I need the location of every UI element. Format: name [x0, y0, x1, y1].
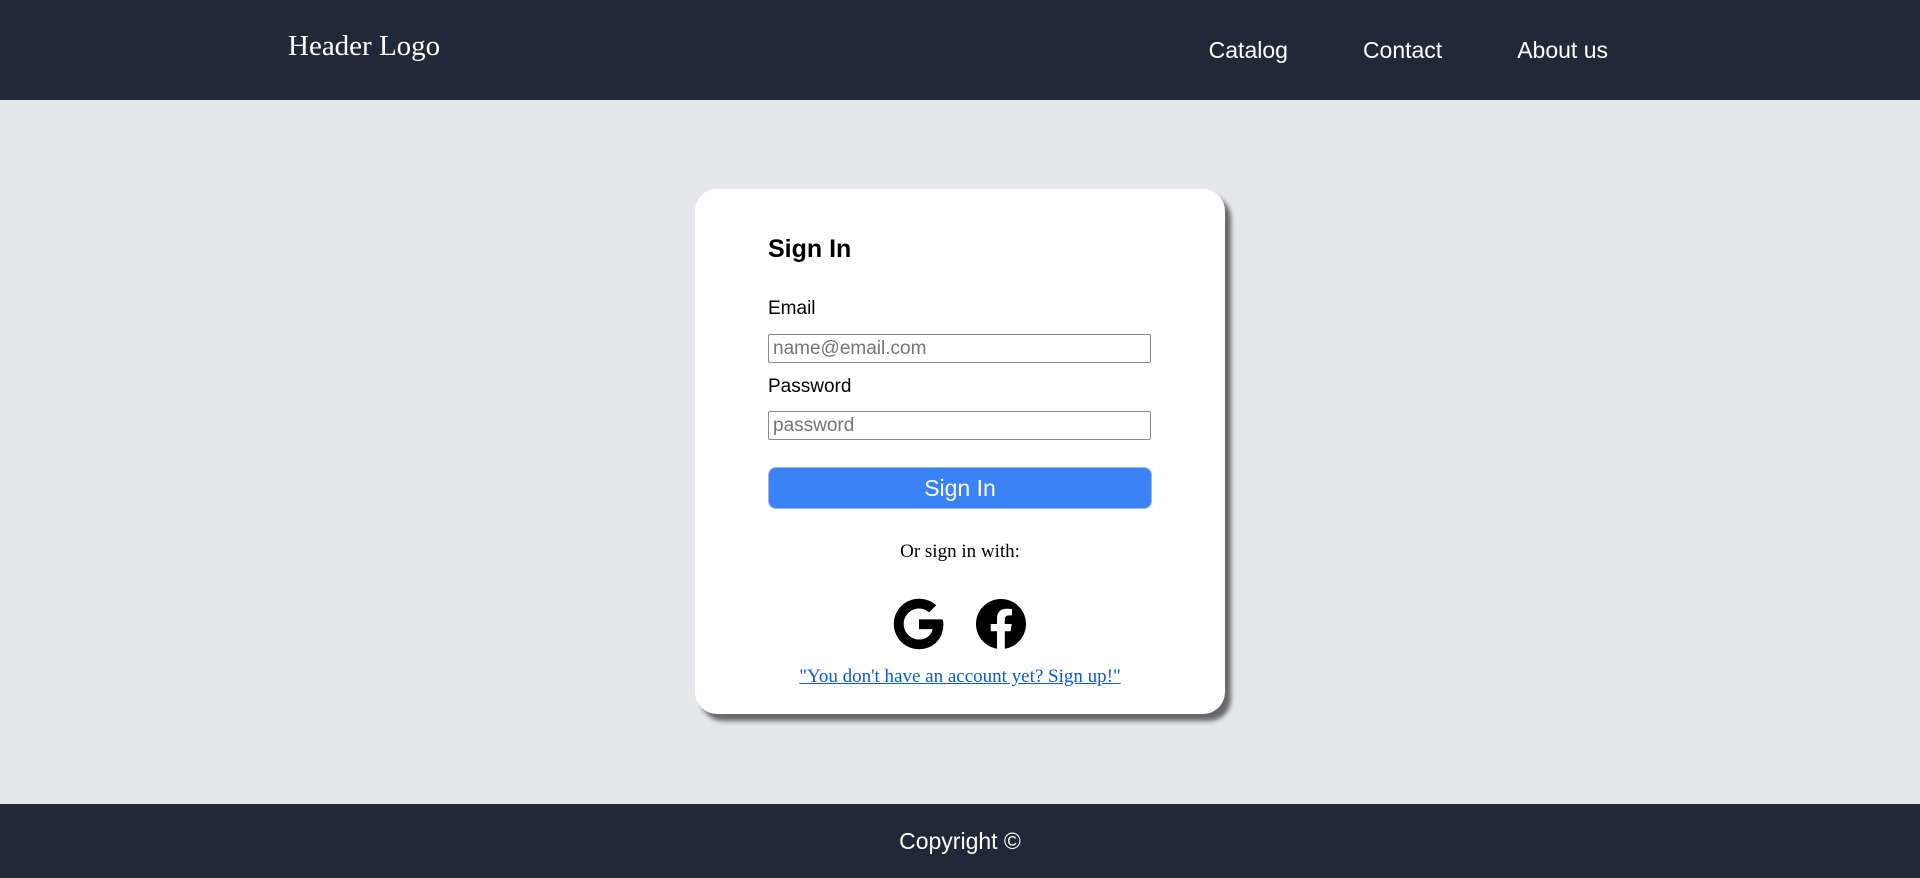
nav-about-us[interactable]: About us [1517, 37, 1608, 64]
copyright-text: Copyright © [899, 828, 1021, 854]
sign-in-title: Sign In [768, 235, 852, 263]
password-field[interactable] [768, 411, 1151, 440]
email-label: Email [768, 298, 816, 319]
header-logo[interactable]: Header Logo [288, 30, 440, 63]
site-header: Header Logo Catalog Contact About us [0, 0, 1920, 100]
site-footer: Copyright © [0, 804, 1920, 878]
sign-in-card: Sign In Email Password Sign In Or sign i… [695, 189, 1225, 714]
password-label: Password [768, 376, 852, 397]
facebook-icon[interactable] [975, 598, 1027, 650]
social-sign-in [695, 598, 1225, 650]
or-sign-in-with-text: Or sign in with: [900, 541, 1020, 562]
nav-catalog[interactable]: Catalog [1209, 37, 1288, 64]
sign-up-link[interactable]: "You don't have an account yet? Sign up!… [799, 666, 1120, 687]
nav-contact[interactable]: Contact [1363, 37, 1442, 64]
main-nav: Catalog Contact About us [1209, 37, 1608, 64]
google-icon[interactable] [893, 598, 945, 650]
sign-in-button[interactable]: Sign In [768, 467, 1152, 509]
email-field[interactable] [768, 334, 1151, 363]
sign-up-link-wrapper: "You don't have an account yet? Sign up!… [695, 666, 1225, 688]
